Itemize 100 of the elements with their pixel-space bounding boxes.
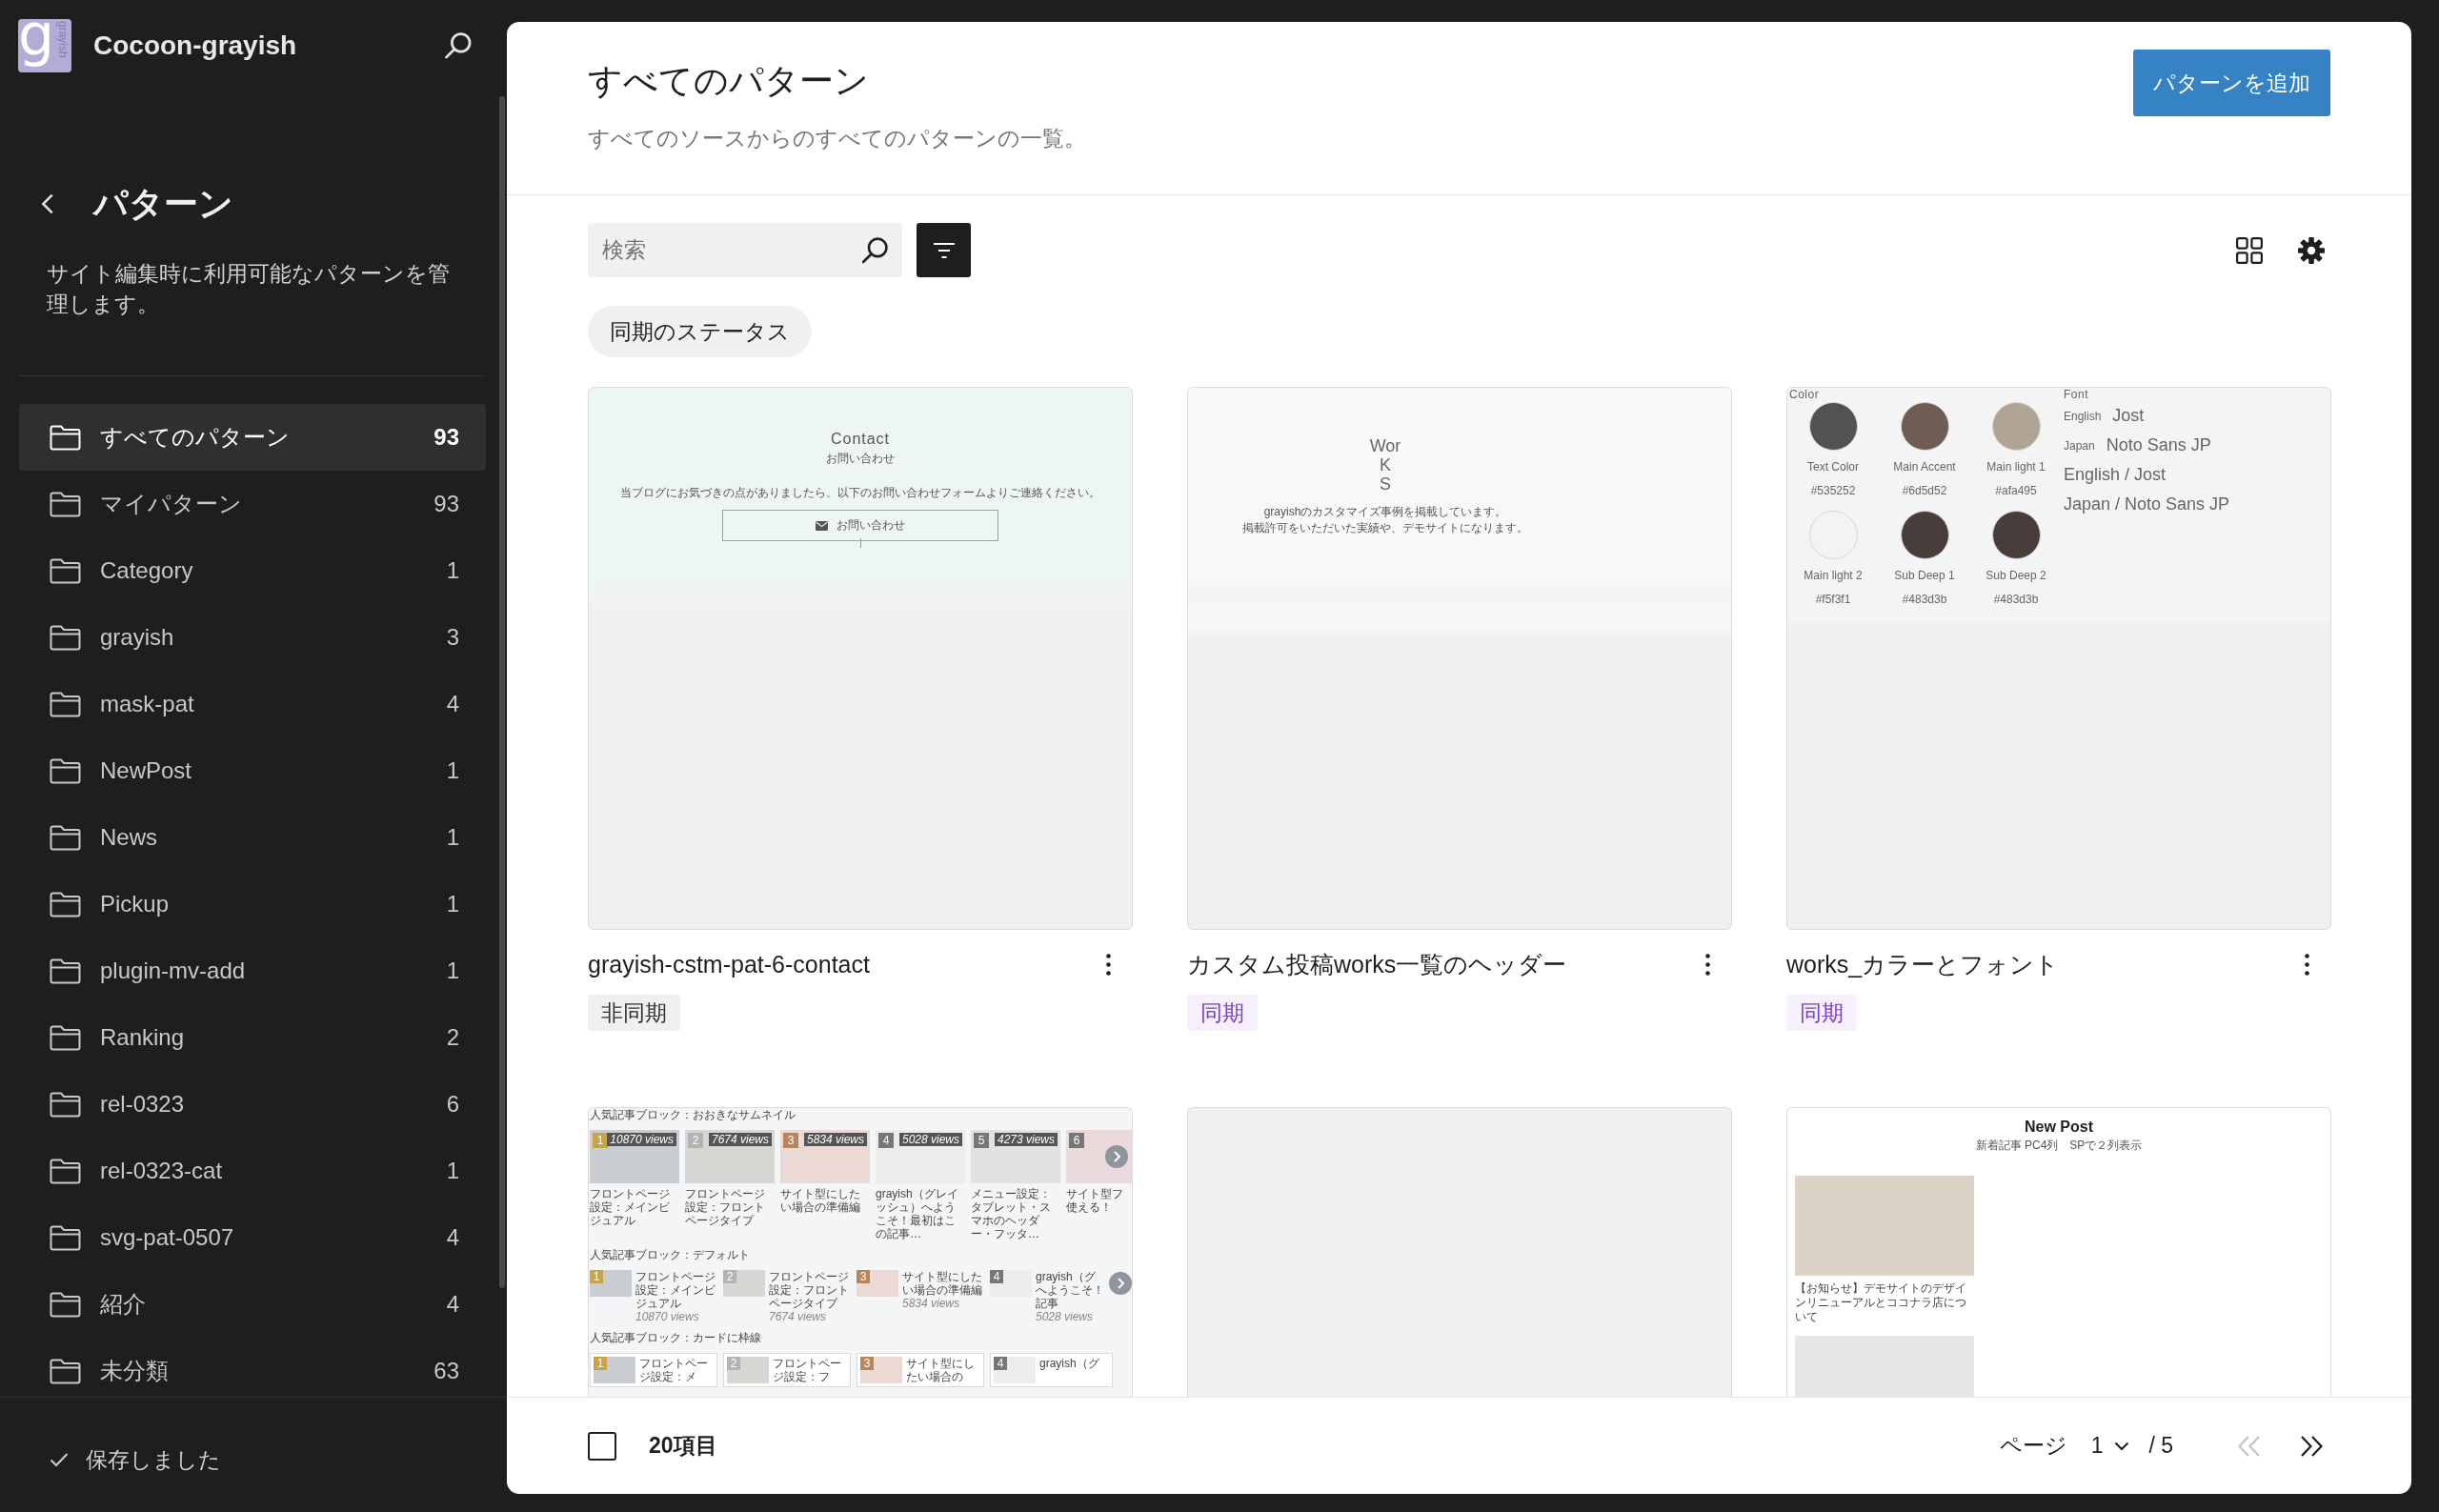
sidebar-item[interactable]: すべてのパターン 93 (19, 404, 486, 471)
sidebar-item[interactable]: 未分類 63 (19, 1338, 486, 1397)
filter-button[interactable] (917, 223, 971, 277)
pattern-title[interactable]: works_カラーとフォント (1786, 949, 2060, 979)
post-title: フロントページ設定：フ (773, 1357, 842, 1383)
folder-icon (50, 1224, 81, 1251)
add-pattern-button[interactable]: パターンを追加 (2133, 50, 2330, 116)
view-count: 5028 views (1036, 1310, 1095, 1323)
post-title: フロントページ設定：メ (639, 1357, 709, 1383)
sidebar-item[interactable]: NewPost 1 (19, 737, 486, 804)
preview-text: grayishのカスタマイズ事例を掲載しています。 掲載許可をいただいた実績や、デモサイトになります。 (1241, 504, 1529, 536)
pattern-preview[interactable]: Color Text Color #535252 Main Accent #6d5d52 Main light 1 #afa495 Main light 2 #f5f3f1 Sub Deep 1 #483d3b Sub Deep 2 #483d3b Font English Jost Japan Noto Sans JP English / Jost Japan / Noto Sans JP (1786, 387, 2331, 930)
preview-contact-button: お問い合わせ (722, 510, 998, 541)
font-role-label: Japan (2064, 438, 2095, 453)
rank-badge: 4 (990, 1270, 1003, 1283)
post-title: grayish（グへようこそ！記事 (1036, 1270, 1105, 1310)
folder-icon (50, 624, 81, 651)
font-role-label: English (2064, 409, 2102, 423)
post-title: grayish（グ (1039, 1357, 1100, 1370)
swatch-code: #483d3b (1993, 593, 2039, 607)
rank-badge: 2 (688, 1133, 703, 1148)
font-name: Noto Sans JP (2106, 435, 2211, 455)
post-title: サイト型にしたい場合の準備編 (780, 1187, 861, 1214)
search-field[interactable]: 検索 (588, 223, 902, 277)
preview-heading: New Post (2025, 1118, 2093, 1137)
pattern-title[interactable]: カスタム投稿works一覧のヘッダー (1187, 949, 1567, 979)
view-count: 5028 views (898, 1133, 962, 1146)
preview-heading: Contact (830, 430, 891, 449)
post-title: フロントページ設定：フロントページタイプ (769, 1270, 850, 1310)
swatch-code: #f5f3f1 (1815, 593, 1851, 607)
mail-icon (816, 520, 828, 531)
sidebar-item[interactable]: Pickup 1 (19, 871, 486, 937)
folder-icon (50, 958, 81, 984)
page-description: すべてのソースからのすべてのパターンの一覧。 (588, 125, 1086, 152)
rank-badge: 3 (783, 1133, 798, 1148)
post-title: grayish（グレイッシュ）へようこそ！最初はこの記事… (876, 1187, 959, 1240)
swatch-label: Sub Deep 2 (1985, 569, 2046, 583)
sidebar-item[interactable]: Ranking 2 (19, 1004, 486, 1071)
select-all-checkbox[interactable] (588, 1431, 616, 1461)
sidebar-item[interactable]: grayish 3 (19, 604, 486, 671)
pattern-preview[interactable]: New Post 新着記事 PC4列 SPで２列表示 【お知らせ】デモサイトのデザインリニューアルとココナラ店について (1786, 1107, 2331, 1397)
rank-badge: 1 (590, 1270, 603, 1283)
swatch-label: Main light 2 (1804, 569, 1863, 583)
rank-badge: 5 (974, 1133, 989, 1148)
sidebar-item[interactable]: plugin-mv-add 1 (19, 937, 486, 1004)
pattern-preview[interactable]: Contact お問い合わせ 当ブログにお気づきの点がありましたら、以下のお問い合わせフォームよりご連絡ください。 お問い合わせ (588, 387, 1133, 930)
font-sample: Japan / Noto Sans JP (2064, 494, 2231, 515)
folder-icon (50, 491, 81, 517)
view-count: 7674 views (708, 1133, 772, 1146)
preview-section-label: Color (1788, 388, 1821, 401)
post-title: フロントページ設定：フロントページタイプ (685, 1187, 766, 1227)
swatch-code: #afa495 (1995, 484, 2037, 498)
checkmark-icon (50, 1452, 69, 1467)
double-chevron-right-icon (2300, 1435, 2323, 1457)
search-button[interactable] (445, 32, 472, 59)
swatch-label: Main Accent (1893, 460, 1956, 474)
folder-icon (50, 1024, 81, 1051)
pattern-preview[interactable]: Wor K S grayishのカスタマイズ事例を掲載しています。 掲載許可をいただいた実績や、デモサイトになります。 (1187, 387, 1732, 930)
sidebar-item[interactable]: mask-pat 4 (19, 671, 486, 737)
item-count: 20項目 (649, 1432, 717, 1460)
section-heading: 人気記事ブロック：おおきなサムネイル (590, 1108, 796, 1122)
sync-status-badge: 同期 (1786, 995, 1857, 1031)
preview-section-label: Font (2064, 388, 2089, 401)
folder-icon (50, 824, 81, 851)
folder-icon (50, 691, 81, 717)
sidebar-item[interactable]: News 1 (19, 804, 486, 871)
sidebar-item[interactable]: rel-0323 6 (19, 1071, 486, 1138)
rank-badge: 3 (860, 1357, 874, 1370)
preview-heading: Wor K S (1369, 436, 1401, 494)
rank-badge: 1 (594, 1357, 607, 1370)
rank-badge: 2 (723, 1270, 736, 1283)
sidebar-item[interactable]: 紹介 4 (19, 1271, 486, 1338)
vertical-dots-icon (2304, 953, 2309, 976)
pattern-title[interactable]: grayish-cstm-pat-6-contact (588, 949, 870, 979)
sidebar-item[interactable]: マイパターン 93 (19, 471, 486, 537)
caret-icon (2114, 1441, 2130, 1451)
sidebar-item[interactable]: rel-0323-cat 1 (19, 1138, 486, 1204)
page-select[interactable]: 1 (2090, 1426, 2130, 1465)
folder-icon (50, 757, 81, 784)
view-count: 5834 views (803, 1133, 867, 1146)
rank-badge: 6 (1069, 1133, 1084, 1148)
sidebar-item[interactable]: Category 1 (19, 537, 486, 604)
double-chevron-left-icon (2238, 1435, 2261, 1457)
rank-badge: 2 (727, 1357, 740, 1370)
rank-badge: 4 (878, 1133, 894, 1148)
swatch-label: Text Color (1807, 460, 1859, 474)
scrollbar-thumb[interactable] (499, 96, 505, 1288)
folder-icon (50, 1158, 81, 1184)
sidebar-description: サイト編集時に利用可能なパターンを管理します。 (47, 260, 451, 318)
pattern-preview[interactable] (588, 1107, 1133, 1397)
page-title: すべてのパターン (588, 60, 870, 102)
swatch-code: #483d3b (1902, 593, 1947, 607)
sidebar-item[interactable]: svg-pat-0507 4 (19, 1204, 486, 1271)
page-label: ページ (1999, 1432, 2067, 1460)
post-title: フロントページ設定：メインビジュアル (635, 1270, 716, 1310)
view-count: 4273 views (994, 1133, 1058, 1146)
filter-chip[interactable]: 同期のステータス (588, 306, 812, 357)
post-title: メニュー設定：タブレット・スマホのヘッダー・フッタ… (971, 1187, 1052, 1240)
folder-icon (50, 557, 81, 584)
view-count: 10870 views (607, 1133, 676, 1146)
